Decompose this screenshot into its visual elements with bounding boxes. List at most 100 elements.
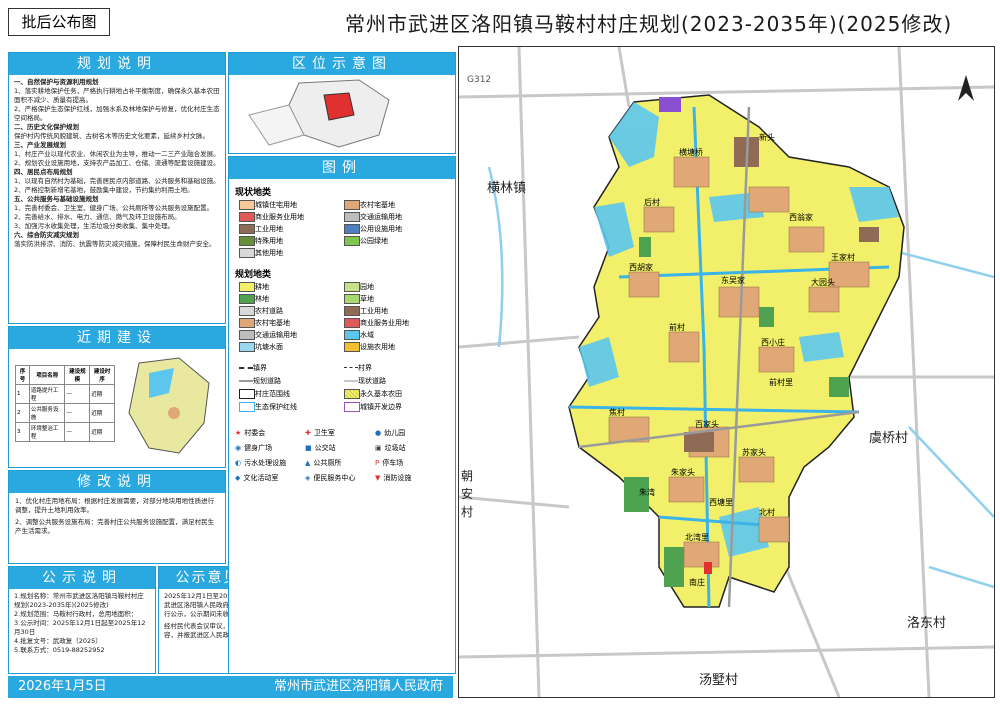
legend-label: 村委会 [244,428,266,437]
legend-label: 交通运输用地 [360,212,402,221]
legend-swatch [344,401,360,412]
village-label-luodong: 洛东村 [907,616,947,631]
legend-swatch [344,341,360,352]
table-header: 建设时序 [89,365,115,385]
text-line: 1、落实耕地保护任务，严格执行耕地占补平衡制度，确保永久基本农田面积不减少、质量… [14,87,220,104]
revision-panel: 修改说明 1、优化村庄用地布局：根据村庄发展需要，对部分地块用地性质进行调整，提… [8,470,226,564]
legend-swatch [239,388,255,399]
planning-panel: 规划说明 一、自然保护与资源利用规划 1、落实耕地保护任务，严格执行耕地占补平衡… [8,52,226,324]
village-label: 西塘里 [709,498,733,507]
table-cell: 近期 [89,384,115,404]
text-line: 2、调整公共服务设施布局：完善村庄公共服务设施配置，满足村民生产生活需求。 [15,518,215,535]
notice-panel: 公示说明 1.规划名称：常州市武进区洛阳镇马鞍村村庄规划(2023-2035年)… [8,566,156,674]
legend-swatch [344,317,360,328]
legend-item: 商业服务业用地 [235,211,340,222]
notice-text: 1.规划名称：常州市武进区洛阳镇马鞍村村庄规划(2023-2035年)(2025… [9,589,155,658]
legend-item: 耕地 [235,281,340,292]
toilet-icon: ▲ [305,458,311,467]
legend-item: 草地 [340,293,445,304]
land-use-map[interactable]: G312 横林镇 虞桥村 洛东村 汤墅村 朝安村 横塘桥 西翁家 后村 王家村 … [458,46,995,698]
map-canvas [459,47,994,697]
table-cell: 近期 [89,422,115,442]
legend-item: 公用设施用地 [340,223,445,234]
legend-item: 工业用地 [340,305,445,316]
fitness-icon: ◉ [235,443,242,452]
north-arrow-icon [954,75,978,103]
legend-item: 交通运输用地 [340,211,445,222]
legend-label: 文化活动室 [243,473,279,482]
text-line: 1.规划名称：常州市武进区洛阳镇马鞍村村庄规划(2023-2035年)(2025… [14,592,144,609]
legend-item: ◆ 文化活动室 [235,472,305,483]
table-cell: 近期 [89,403,115,423]
legend-label: 耕地 [255,282,269,291]
legend-item: 规划道路 [235,375,340,386]
legend-plan-list: 耕地 园地 林地 草地 农村道路 工业用地 农村宅基地 商业服务业用地 交通运输… [235,281,445,352]
legend-item: ▣ 垃圾站 [375,442,445,453]
village-label: 新头 [759,133,775,142]
panel-heading: 规划说明 [9,53,225,75]
text-line: 2、严格保护生态保护红线，加强水系及林地保护与修复，优化村庄生态空间格局。 [14,105,220,122]
text-line: 1、村庄产业以现代农业、休闲农业为主导，推动一二三产业融合发展。 [14,150,220,158]
text-line: 3.公示时间：2025年12月1日起至2025年12月30日 [14,619,146,636]
legend-label: 林地 [255,294,269,303]
legend-item: ▼ 消防设施 [375,472,445,483]
legend-panel: 图例 现状地类 城镇住宅用地 农村宅基地 商业服务业用地 交通运输用地 工业用地… [228,156,456,674]
legend-item: ◈ 便民服务中心 [305,472,375,483]
table-cell: 2 [15,403,30,423]
legend-swatch [344,223,360,234]
legend-item: ▲ 公共厕所 [305,457,375,468]
legend-swatch [344,235,360,246]
text-line: 2.规划范围：马鞍村行政村，总用地面积： [14,610,138,618]
table-row: 1 道路提升工程 — 近期 [15,384,115,404]
text-line: 保护村内传统风貌建筑、古树名木等历史文化要素，延续乡村文脉。 [14,132,209,140]
legend-label: 幼儿园 [384,428,406,437]
text-line: 5.联系方式：0519-88252952 [14,646,105,654]
legend-label: 公交站 [314,443,336,452]
village-label: 北湾里 [685,533,709,542]
sewage-icon: ◐ [235,458,242,467]
legend-label: 农村道路 [255,306,283,315]
legend-item: 村庄范围线 [235,388,340,399]
village-label: 前村里 [769,378,793,387]
table-row: 2 公共服务设施 — 近期 [15,403,115,423]
village-label: 西胡家 [629,263,653,272]
map-title: 常州市武进区洛阳镇马鞍村村庄规划(2023-2035年)(2025修改) [345,12,953,36]
legend-swatch [239,379,253,382]
legend-item: 其他用地 [235,247,340,258]
legend-swatch [239,366,253,369]
legend-label: 规划道路 [253,376,281,385]
legend-item: 村界 [340,362,445,373]
legend-label: 其他用地 [255,248,283,257]
text-line: 四、居民点布局规划 [14,168,73,176]
legend-label: 交通运输用地 [255,330,297,339]
legend-swatch [239,401,255,412]
legend-item: ✚ 卫生室 [305,427,375,438]
revision-text: 1、优化村庄用地布局：根据村庄发展需要，对部分地块用地性质进行调整，提升土地利用… [9,493,225,540]
text-line: 1、完善村委会、卫生室、健身广场、公共厕所等公共服务设施配置。 [14,204,214,212]
panel-heading: 近期建设 [9,327,225,349]
legend-swatch [239,281,255,292]
legend-item: 公园绿地 [340,235,445,246]
legend-item: 坑塘水面 [235,341,340,352]
text-line: 六、综合防灾减灾规划 [14,231,79,239]
legend-item: 特殊用地 [235,235,340,246]
legend-item: P 停车场 [375,457,445,468]
legend-swatch [239,305,255,316]
legend-label: 工业用地 [360,306,388,315]
village-label: 北村 [759,508,775,517]
text-line: 2、规划农业设施用地，支持农产品加工、仓储、流通等配套设施建设。 [14,159,220,167]
legend-swatch [344,305,360,316]
village-label: 王家村 [831,253,855,262]
legend-label: 健身广场 [244,443,273,452]
legend-swatch [239,223,255,234]
legend-item: 农村宅基地 [235,317,340,328]
nearterm-panel: 近期建设 序号 项目名称 建设规模 建设时序 1 道路提升工程 — 近期 2 公… [8,326,226,468]
village-label: 大园头 [811,278,835,287]
legend-status-list: 城镇住宅用地 农村宅基地 商业服务业用地 交通运输用地 工业用地 公用设施用地 … [235,199,445,258]
legend-line-list: 镇界 村界 规划道路 现状道路 村庄范围线 永久基本农田 生态保护红线 城镇开发… [235,362,445,412]
legend-swatch [344,199,360,210]
legend-item: 农村道路 [235,305,340,316]
legend-swatch [239,235,255,246]
legend-label: 农村宅基地 [360,200,395,209]
legend-swatch [239,317,255,328]
